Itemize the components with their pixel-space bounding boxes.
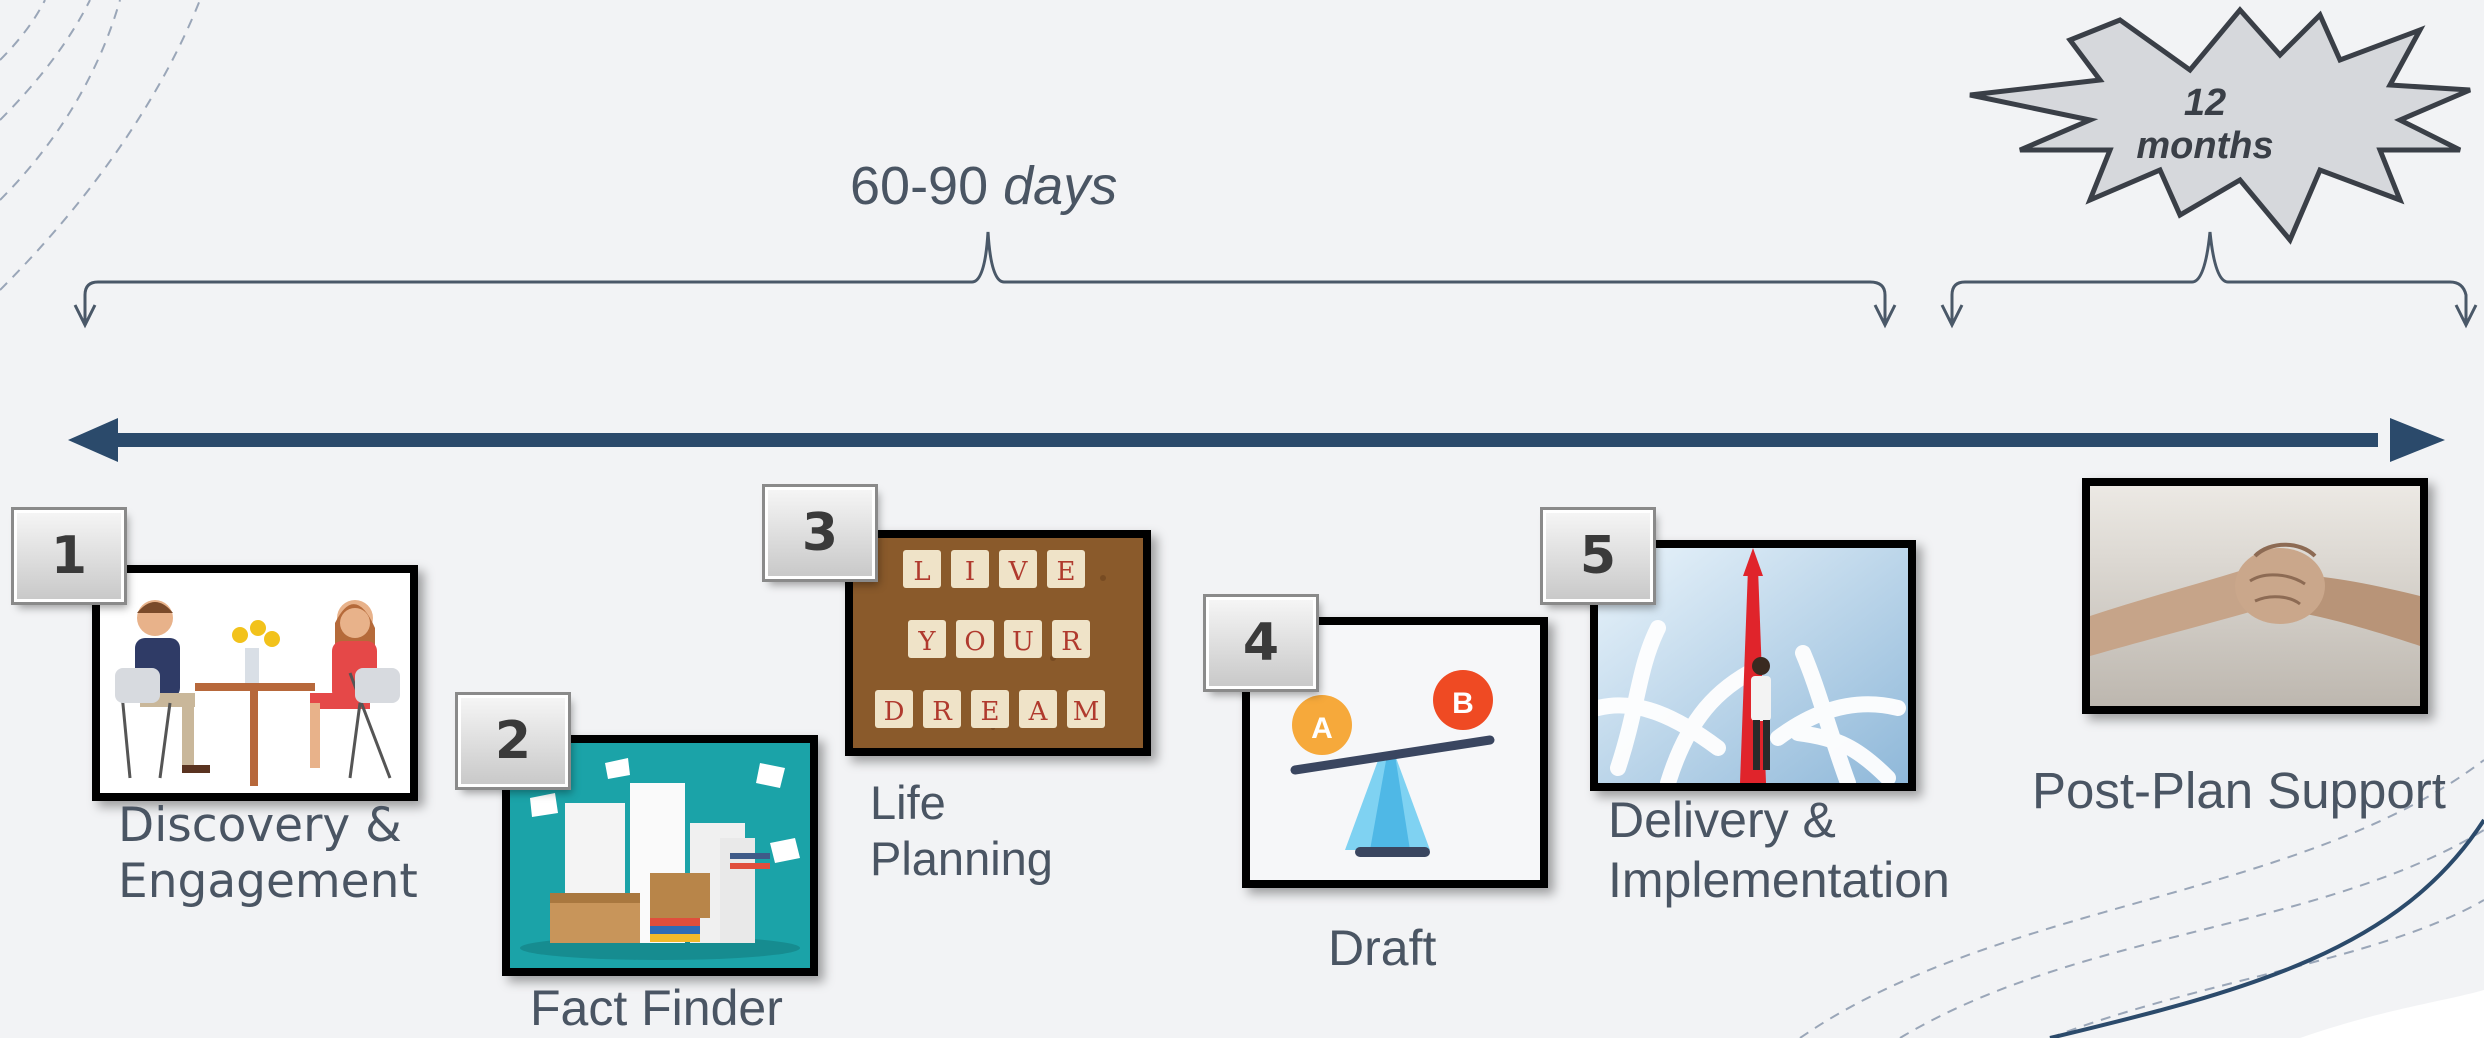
tile-O: O — [964, 627, 985, 657]
tile-L: L — [913, 557, 930, 587]
step3-label-line2: Planning — [870, 832, 1053, 886]
step3-image: L I V E Y O U R D R E A M — [845, 530, 1151, 756]
step3-label-line1: Life — [870, 776, 946, 829]
step1-label-line2: Engagement — [118, 854, 418, 910]
post-plan-label: Post-Plan Support — [2032, 760, 2446, 821]
step1-label: Discovery & Engagement — [118, 798, 418, 911]
step1-number-badge: 1 — [14, 510, 124, 602]
step5-number-badge: 5 — [1543, 510, 1653, 602]
burst-line2: months — [2136, 124, 2274, 167]
tile-U: U — [1012, 627, 1034, 657]
tile-R: R — [1061, 627, 1082, 657]
tile-M: M — [1073, 697, 1100, 727]
timeline-arrow — [68, 418, 2445, 462]
step4-label-line1: Draft — [1328, 920, 1437, 976]
tile-A: A — [1028, 697, 1049, 727]
couple-coffee-illustration — [100, 573, 410, 793]
post-plan-image — [2082, 478, 2428, 714]
span-unit: days — [1003, 156, 1118, 216]
step5-label: Delivery & Implementation — [1608, 790, 1950, 910]
tile-V: V — [1008, 557, 1029, 587]
clasped-hands-photo — [2090, 486, 2420, 706]
tile-Y: Y — [917, 627, 936, 657]
option-b-label: B — [1452, 687, 1474, 720]
step4-number-badge: 4 — [1206, 597, 1316, 689]
tile-E2: E — [981, 697, 1000, 727]
tile-I: I — [965, 557, 975, 587]
burst-label: 12 months — [2100, 82, 2310, 167]
span-number: 60-90 — [850, 156, 989, 216]
tile-D: D — [884, 697, 905, 727]
step1-image — [92, 565, 418, 801]
span-label: 60-90 days — [850, 155, 1117, 217]
option-a-label: A — [1311, 712, 1333, 745]
step3-label: Life Planning — [870, 775, 1053, 888]
step2-number-badge: 2 — [458, 695, 568, 787]
tile-E: E — [1057, 557, 1076, 587]
step4-label: Draft — [1328, 918, 1436, 978]
burst-line1: 12 — [2183, 82, 2227, 124]
cork-board-tiles: L I V E Y O U R D R E A M — [853, 538, 1143, 748]
step1-label-line1: Discovery & — [118, 798, 402, 853]
step2-label: Fact Finder — [530, 978, 783, 1038]
tile-row-3: D R E A M — [875, 690, 1105, 728]
tile-R2: R — [932, 697, 953, 727]
step5-label-line2: Implementation — [1608, 852, 1950, 908]
post-plan-label-text: Post-Plan Support — [2032, 762, 2446, 819]
step2-label-line1: Fact Finder — [530, 980, 783, 1036]
step3-number-badge: 3 — [765, 487, 875, 579]
step5-label-line1: Delivery & — [1608, 792, 1836, 848]
